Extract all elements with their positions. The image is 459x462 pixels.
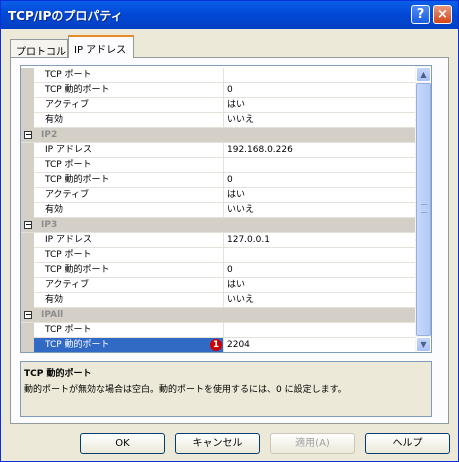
- row-gutter: [21, 158, 34, 173]
- window-title: TCP/IPのプロパティ: [8, 9, 123, 23]
- help-title-button[interactable]: ?: [411, 5, 430, 24]
- row-gutter: [21, 188, 34, 203]
- row-gutter: [21, 293, 34, 308]
- title-bar[interactable]: TCP/IPのプロパティ ? ×: [1, 1, 458, 29]
- property-value[interactable]: 0: [225, 263, 417, 277]
- row-gutter: [21, 323, 34, 338]
- property-value[interactable]: [225, 323, 417, 337]
- row-gutter: [21, 83, 34, 98]
- property-name: 有効: [34, 293, 224, 307]
- row-gutter: [21, 263, 34, 278]
- property-row[interactable]: アクティブ はい: [21, 98, 423, 113]
- property-row[interactable]: IP アドレス 192.168.0.226: [21, 143, 423, 158]
- property-row[interactable]: TCP 動的ポート 2204 1: [21, 338, 423, 352]
- property-value[interactable]: 0: [225, 83, 417, 97]
- category-label: IPAll: [41, 310, 64, 320]
- description-title: TCP 動的ポート: [24, 369, 92, 379]
- ok-button[interactable]: OK: [80, 433, 165, 454]
- property-value[interactable]: はい: [225, 188, 417, 202]
- property-value[interactable]: いいえ: [225, 113, 417, 127]
- grip-icon: [421, 204, 427, 213]
- scroll-up-icon[interactable]: ▲: [416, 67, 431, 82]
- property-row[interactable]: アクティブ はい: [21, 278, 423, 293]
- property-row[interactable]: TCP 動的ポート 0: [21, 263, 423, 278]
- property-name: TCP ポート: [34, 158, 224, 172]
- property-row[interactable]: TCP ポート: [21, 158, 423, 173]
- description-text: 動的ポートが無効な場合は空白。動的ポートを使用するには、0 に設定します。: [24, 385, 347, 395]
- cancel-button[interactable]: キャンセル: [175, 433, 260, 454]
- collapse-icon[interactable]: −: [24, 311, 32, 319]
- property-row[interactable]: 有効 いいえ: [21, 293, 423, 308]
- property-row[interactable]: TCP ポート: [21, 68, 423, 83]
- property-value[interactable]: [225, 68, 417, 82]
- property-value[interactable]: [225, 248, 417, 262]
- property-value[interactable]: いいえ: [225, 203, 417, 217]
- property-name: IP アドレス: [34, 233, 224, 247]
- category-label: IP3: [41, 220, 58, 230]
- property-value[interactable]: 0: [225, 173, 417, 187]
- row-gutter: [21, 278, 34, 293]
- tab-ip-address[interactable]: IP アドレス: [68, 35, 134, 58]
- property-name: アクティブ: [34, 98, 224, 112]
- row-gutter: [21, 98, 34, 113]
- property-row[interactable]: TCP ポート: [21, 323, 423, 338]
- row-gutter: [21, 113, 34, 128]
- property-row[interactable]: アクティブ はい: [21, 188, 423, 203]
- description-panel: TCP 動的ポート 動的ポートが無効な場合は空白。動的ポートを使用するには、0 …: [20, 361, 432, 417]
- properties-dialog: TCP/IPのプロパティ ? × プロトコル IP アドレス TCP ポート TC…: [0, 0, 459, 462]
- property-name: アクティブ: [34, 278, 224, 292]
- row-gutter: [21, 248, 34, 263]
- annotation-badge: 1: [210, 339, 222, 351]
- property-name: TCP 動的ポート: [34, 338, 224, 352]
- property-row[interactable]: TCP 動的ポート 0: [21, 83, 423, 98]
- row-gutter: [21, 143, 34, 158]
- property-value[interactable]: [225, 158, 417, 172]
- property-name: アクティブ: [34, 188, 224, 202]
- property-row[interactable]: TCP 動的ポート 0: [21, 173, 423, 188]
- property-name: 有効: [34, 203, 224, 217]
- property-row[interactable]: IP アドレス 127.0.0.1: [21, 233, 423, 248]
- property-name: TCP ポート: [34, 68, 224, 82]
- row-gutter: [21, 203, 34, 218]
- property-row[interactable]: 有効 いいえ: [21, 203, 423, 218]
- property-name: 有効: [34, 113, 224, 127]
- close-button[interactable]: ×: [433, 5, 452, 24]
- property-value[interactable]: いいえ: [225, 293, 417, 307]
- tab-panel: TCP ポート TCP 動的ポート 0 アクティブ はい 有効 いいえ − IP2 IP アドレス…: [10, 57, 449, 424]
- scroll-thumb[interactable]: [416, 83, 431, 336]
- row-gutter: [21, 233, 34, 248]
- property-grid[interactable]: TCP ポート TCP 動的ポート 0 アクティブ はい 有効 いいえ − IP2 IP アドレス…: [20, 65, 424, 353]
- collapse-icon[interactable]: −: [24, 131, 32, 139]
- category-row[interactable]: − IP3: [21, 218, 423, 233]
- property-name: TCP 動的ポート: [34, 173, 224, 187]
- property-name: IP アドレス: [34, 143, 224, 157]
- property-name: TCP 動的ポート: [34, 263, 224, 277]
- property-row[interactable]: 有効 いいえ: [21, 113, 423, 128]
- row-gutter: [21, 173, 34, 188]
- scroll-down-icon[interactable]: ▼: [416, 337, 431, 352]
- vertical-scrollbar[interactable]: ▲ ▼: [415, 65, 432, 353]
- property-name: TCP 動的ポート: [34, 83, 224, 97]
- row-gutter: [21, 68, 34, 83]
- category-label: IP2: [41, 130, 58, 140]
- property-value[interactable]: 127.0.0.1: [225, 233, 417, 247]
- tab-protocol[interactable]: プロトコル: [10, 39, 68, 58]
- property-value[interactable]: はい: [225, 98, 417, 112]
- property-name: TCP ポート: [34, 323, 224, 337]
- property-row[interactable]: TCP ポート: [21, 248, 423, 263]
- property-value[interactable]: はい: [225, 278, 417, 292]
- property-value[interactable]: 192.168.0.226: [225, 143, 417, 157]
- property-name: TCP ポート: [34, 248, 224, 262]
- collapse-icon[interactable]: −: [24, 221, 32, 229]
- category-row[interactable]: − IPAll: [21, 308, 423, 323]
- row-gutter: [21, 338, 34, 352]
- apply-button[interactable]: 適用(A): [270, 433, 355, 454]
- property-value[interactable]: 2204: [225, 338, 417, 352]
- help-button[interactable]: ヘルプ: [365, 433, 450, 454]
- category-row[interactable]: − IP2: [21, 128, 423, 143]
